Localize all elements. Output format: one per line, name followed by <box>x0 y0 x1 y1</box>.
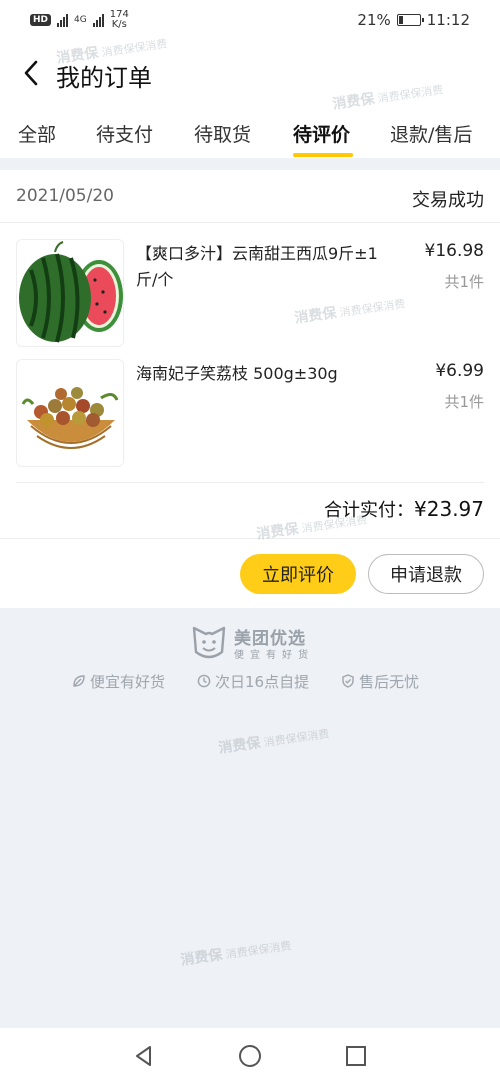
status-right: 21% 11:12 <box>357 11 470 29</box>
guarantee-item: 便宜有好货 <box>72 671 165 691</box>
order-total: 合计实付：¥23.97 <box>324 496 484 522</box>
battery-icon <box>396 14 424 26</box>
item-name: 海南妃子笑荔枝 500g±30g <box>136 364 338 383</box>
watermelon-image <box>17 240 123 346</box>
watermark: 消费保 消费保保消费 <box>217 722 331 757</box>
guarantee-label: 便宜有好货 <box>90 672 166 691</box>
header: 我的订单 <box>0 40 500 106</box>
item-price: ¥6.99 <box>435 361 484 381</box>
section-gap <box>0 158 500 170</box>
order-tabs: 全部 待支付 待取货 待评价 退款/售后 <box>0 106 500 158</box>
total-amount: ¥23.97 <box>414 497 484 521</box>
tab-pending-payment[interactable]: 待支付 <box>96 120 153 147</box>
nav-back-icon[interactable] <box>132 1044 156 1068</box>
item-quantity: 共1件 <box>444 273 484 291</box>
guarantee-item: 售后无忧 <box>341 671 419 691</box>
watermark: 消费保 消费保保消费 <box>179 934 293 969</box>
tab-pending-pickup[interactable]: 待取货 <box>194 120 251 147</box>
clock: 11:12 <box>426 11 470 29</box>
guarantee-label: 售后无忧 <box>359 672 420 691</box>
review-button[interactable]: 立即评价 <box>240 554 356 594</box>
network-type: 4G <box>74 15 87 25</box>
battery-fill <box>398 16 404 24</box>
signal-icon <box>57 13 69 27</box>
item-quantity: 共1件 <box>444 393 484 411</box>
lychee-basket-image <box>17 360 123 466</box>
tab-refund-aftersale[interactable]: 退款/售后 <box>390 120 472 147</box>
order-status: 交易成功 <box>412 190 484 211</box>
nav-recents-icon[interactable] <box>344 1044 368 1068</box>
guarantee-item: 次日16点自提 <box>197 671 309 691</box>
brand-logo-icon <box>192 626 226 659</box>
leaf-icon <box>73 675 85 687</box>
divider <box>0 538 500 539</box>
item-price: ¥16.98 <box>424 241 484 261</box>
active-tab-indicator <box>293 153 353 157</box>
nav-home-icon[interactable] <box>238 1044 262 1068</box>
tab-pending-review[interactable]: 待评价 <box>293 120 350 147</box>
watermark-subtext: 消费保保消费 <box>224 939 293 962</box>
watermark-text: 消费保 <box>179 946 224 969</box>
status-bar: HD 4G 174 K/s 21% 11:12 <box>0 0 500 40</box>
refund-button[interactable]: 申请退款 <box>368 554 484 594</box>
brand-slogan: 便宜有好货 <box>234 650 314 661</box>
clock-icon <box>197 674 211 688</box>
guarantee-list: 便宜有好货 次日16点自提 售后无忧 <box>72 671 452 691</box>
watermark-text: 消费保 <box>217 734 262 757</box>
hd-badge: HD <box>30 14 52 26</box>
divider <box>0 222 500 223</box>
order-date: 2021/05/20 <box>16 186 114 206</box>
order-card[interactable]: 2021/05/20 交易成功 【爽口多汁】云南甜王西瓜9斤±1斤/个 ¥16.… <box>0 170 500 608</box>
order-item[interactable]: 海南妃子笑荔枝 500g±30g ¥6.99 共1件 <box>0 359 500 471</box>
tab-all[interactable]: 全部 <box>18 120 56 147</box>
watermark-subtext: 消费保保消费 <box>262 727 331 750</box>
network-speed-unit: K/s <box>111 19 127 30</box>
order-item[interactable]: 【爽口多汁】云南甜王西瓜9斤±1斤/个 ¥16.98 共1件 <box>0 239 500 351</box>
divider <box>16 482 484 483</box>
item-name: 【爽口多汁】云南甜王西瓜9斤±1斤/个 <box>136 244 378 289</box>
network-speed: 174 K/s <box>110 10 129 30</box>
back-button[interactable] <box>16 56 50 90</box>
signal-icon-2 <box>92 13 104 27</box>
guarantee-label: 次日16点自提 <box>215 672 310 691</box>
shield-icon <box>342 674 354 688</box>
battery-percent: 21% <box>357 11 391 29</box>
brand-footer: 美团优选 便宜有好货 <box>190 622 320 662</box>
product-image-lychee <box>16 359 124 467</box>
chevron-left-icon <box>24 60 38 86</box>
system-nav-bar <box>0 1028 500 1083</box>
status-left: HD 4G 174 K/s <box>30 10 129 30</box>
page-title: 我的订单 <box>56 64 152 92</box>
product-image-watermelon <box>16 239 124 347</box>
total-label: 合计实付： <box>324 500 415 521</box>
